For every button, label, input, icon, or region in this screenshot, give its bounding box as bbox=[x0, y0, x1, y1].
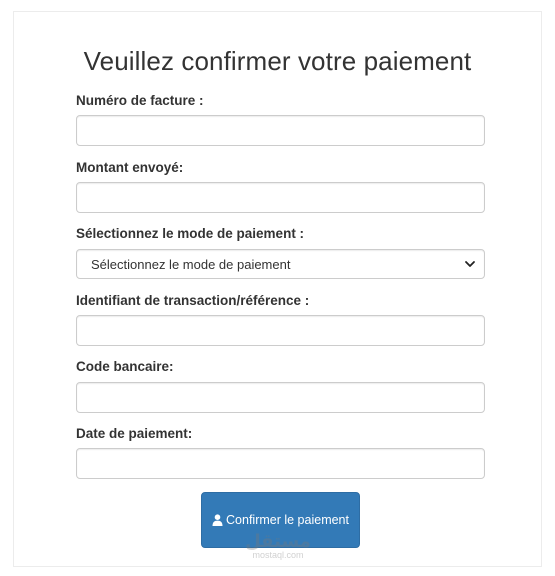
payment-date-label: Date de paiement: bbox=[76, 426, 193, 441]
transaction-id-group: Identifiant de transaction/référence : bbox=[76, 293, 485, 346]
invoice-number-input[interactable] bbox=[76, 115, 485, 146]
invoice-number-label: Numéro de facture : bbox=[76, 93, 204, 108]
payment-date-input[interactable] bbox=[76, 448, 485, 479]
confirm-payment-button[interactable]: Confirmer le paiement bbox=[201, 492, 360, 548]
payment-method-group: Sélectionnez le mode de paiement : Sélec… bbox=[76, 226, 485, 279]
payment-method-label: Sélectionnez le mode de paiement : bbox=[76, 226, 305, 241]
amount-sent-label: Montant envoyé: bbox=[76, 160, 184, 175]
transaction-id-input[interactable] bbox=[76, 315, 485, 346]
amount-sent-group: Montant envoyé: bbox=[76, 160, 485, 213]
amount-sent-input[interactable] bbox=[76, 182, 485, 213]
page-title: Veuillez confirmer votre paiement bbox=[83, 46, 472, 76]
bank-code-input[interactable] bbox=[76, 382, 485, 413]
bank-code-group: Code bancaire: bbox=[76, 359, 485, 413]
invoice-number-group: Numéro de facture : bbox=[76, 93, 485, 146]
payment-date-group: Date de paiement: bbox=[76, 426, 485, 479]
payment-method-select[interactable]: Sélectionnez le mode de paiement bbox=[76, 249, 485, 279]
chevron-down-icon bbox=[465, 261, 475, 267]
user-icon bbox=[212, 514, 223, 526]
payment-method-selected: Sélectionnez le mode de paiement bbox=[91, 256, 291, 272]
transaction-id-label: Identifiant de transaction/référence : bbox=[76, 293, 310, 308]
bank-code-label: Code bancaire: bbox=[76, 359, 174, 374]
confirm-payment-label: Confirmer le paiement bbox=[226, 513, 349, 527]
